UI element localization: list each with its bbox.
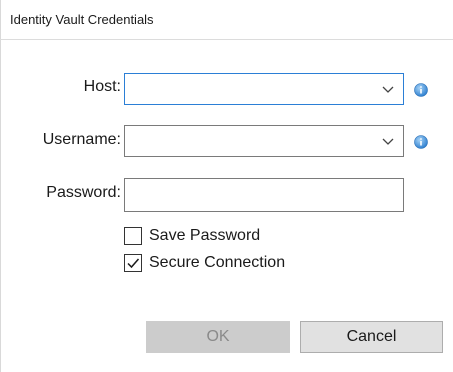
username-combobox[interactable] xyxy=(124,125,404,157)
credentials-dialog: Identity Vault Credentials Host: Usernam… xyxy=(0,0,453,372)
title-bar: Identity Vault Credentials xyxy=(0,0,453,40)
chevron-down-icon[interactable] xyxy=(381,82,395,96)
host-combobox[interactable] xyxy=(124,73,404,105)
host-info-icon[interactable] xyxy=(414,83,428,97)
cancel-button[interactable]: Cancel xyxy=(300,321,443,353)
save-password-checkbox[interactable] xyxy=(124,227,142,245)
checkmark-icon xyxy=(127,258,140,269)
password-field[interactable] xyxy=(124,178,404,212)
chevron-down-icon[interactable] xyxy=(381,134,395,148)
dialog-left-border xyxy=(0,0,1,372)
secure-connection-checkbox[interactable] xyxy=(124,254,142,272)
host-label: Host: xyxy=(83,78,121,95)
ok-button[interactable]: OK xyxy=(146,321,290,353)
save-password-label[interactable]: Save Password xyxy=(149,227,260,245)
password-label: Password: xyxy=(46,184,121,201)
secure-connection-label[interactable]: Secure Connection xyxy=(149,254,285,272)
username-label: Username: xyxy=(42,131,121,148)
dialog-title: Identity Vault Credentials xyxy=(10,12,154,27)
username-info-icon[interactable] xyxy=(414,135,428,149)
